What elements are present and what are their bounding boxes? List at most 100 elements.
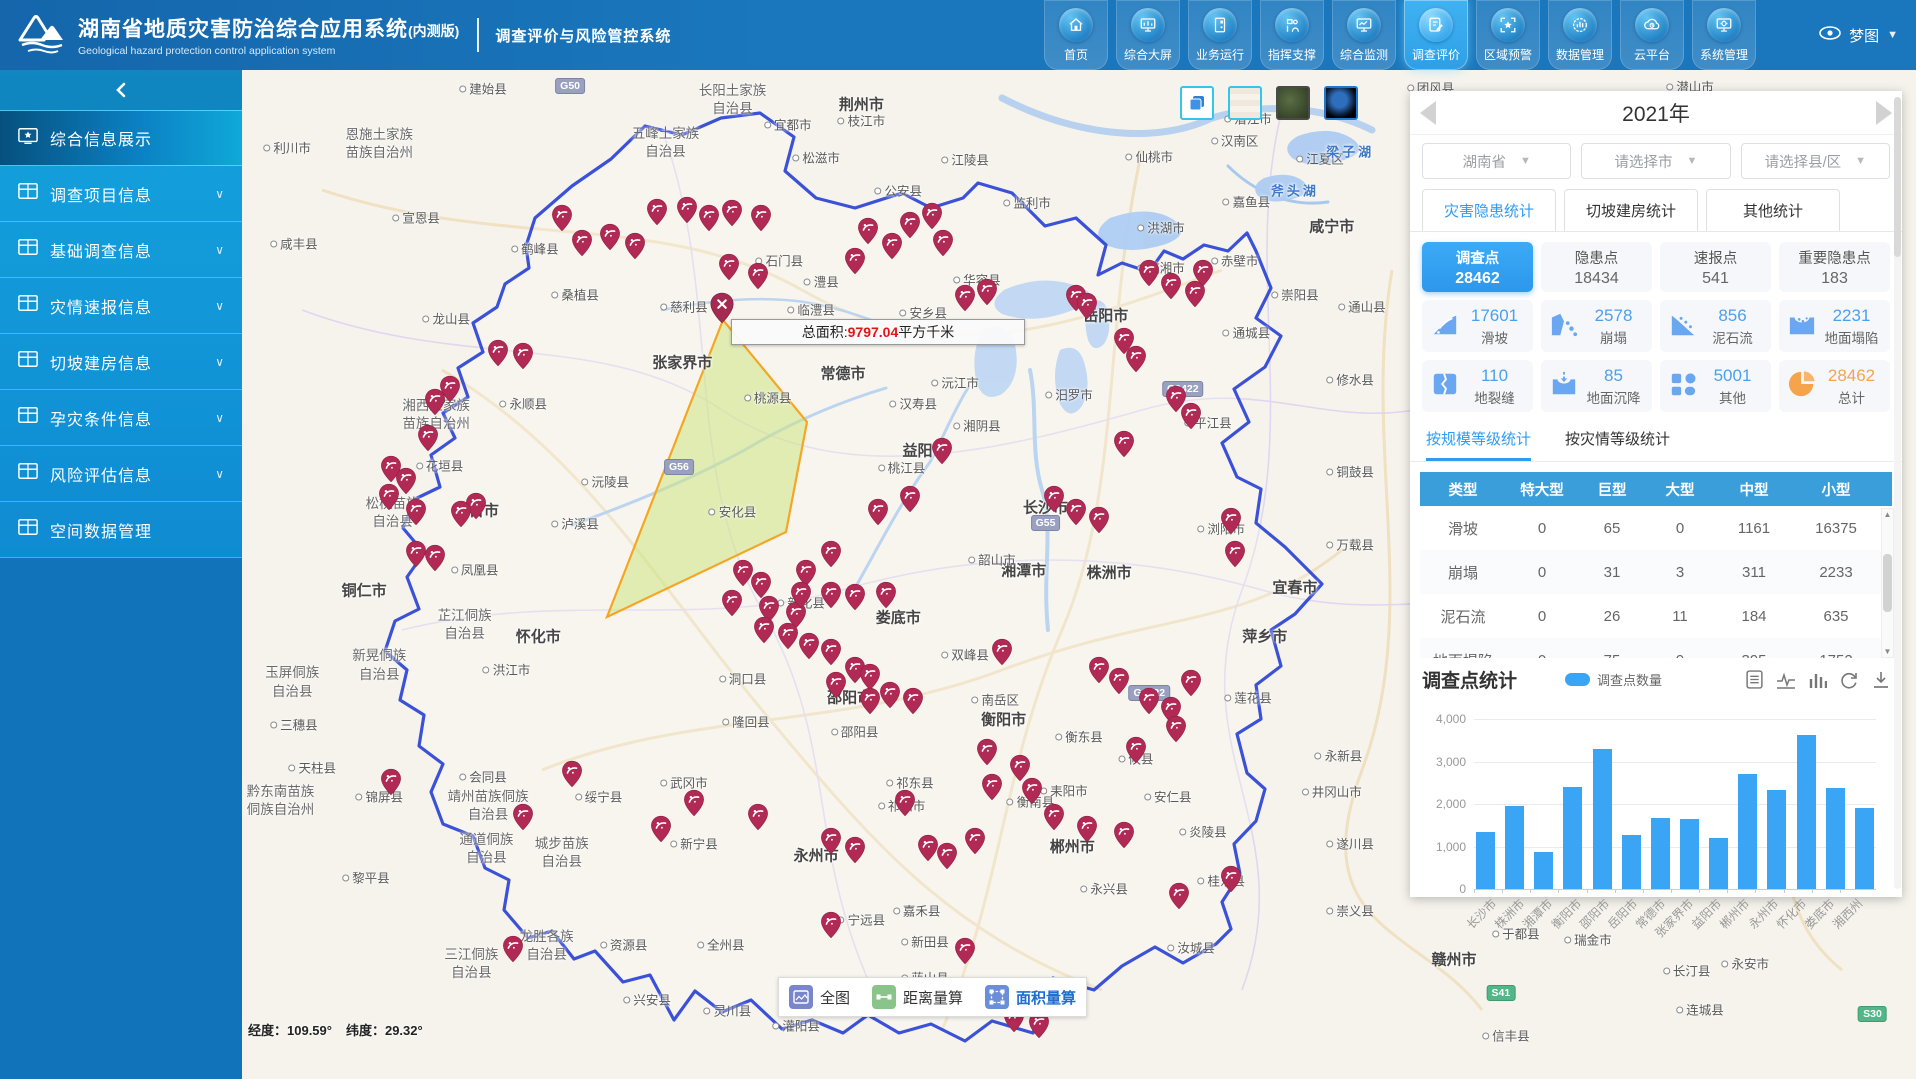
user-area[interactable]: 梦图 ▼	[1819, 0, 1898, 70]
hazard-marker[interactable]	[932, 229, 954, 257]
hazard-marker[interactable]	[991, 638, 1013, 666]
hazard-marker[interactable]	[820, 638, 842, 666]
hazard-marker[interactable]	[405, 498, 427, 526]
hazard-marker[interactable]	[571, 229, 593, 257]
hazard-marker[interactable]	[1088, 656, 1110, 684]
hazard-marker[interactable]	[825, 671, 847, 699]
hazard-marker[interactable]	[931, 437, 953, 465]
hazard-marker[interactable]	[820, 827, 842, 855]
hazard-marker[interactable]	[820, 581, 842, 609]
hazard-marker[interactable]	[683, 789, 705, 817]
hazard-marker[interactable]	[380, 768, 402, 796]
hazard-marker[interactable]	[747, 803, 769, 831]
summary-card-3[interactable]: 速报点541	[1660, 242, 1771, 292]
hazard-marker[interactable]	[718, 253, 740, 281]
nav-item-3[interactable]: 业务运行	[1188, 0, 1252, 70]
hazard-marker[interactable]	[676, 196, 698, 224]
nav-item-10[interactable]: 系统管理	[1692, 0, 1756, 70]
hazard-marker[interactable]	[1192, 259, 1214, 287]
hazard-marker[interactable]	[954, 284, 976, 312]
hazard-marker[interactable]	[646, 198, 668, 226]
hazard-marker[interactable]	[750, 204, 772, 232]
subtab-1[interactable]: 按规模等级统计	[1426, 428, 1531, 461]
sidebar-item-4[interactable]: 灾情速报信息∨	[0, 278, 242, 334]
hazard-marker[interactable]	[899, 485, 921, 513]
hazard-marker[interactable]	[1113, 430, 1135, 458]
hazard-marker[interactable]	[650, 815, 672, 843]
hazard-marker[interactable]	[1165, 715, 1187, 743]
hazard-marker[interactable]	[502, 935, 524, 963]
sidebar-item-7[interactable]: 风险评估信息∨	[0, 446, 242, 502]
type-card-4[interactable]: 2231地面塌陷	[1779, 300, 1890, 352]
tab-3[interactable]: 其他统计	[1706, 189, 1840, 231]
refresh-icon[interactable]	[1840, 671, 1859, 689]
hazard-marker[interactable]	[487, 339, 509, 367]
hazard-marker[interactable]	[1043, 803, 1065, 831]
chart-legend[interactable]: 调查点数量	[1565, 670, 1662, 689]
satellite-map-thumbnail[interactable]	[1276, 86, 1310, 120]
hazard-marker[interactable]	[1125, 345, 1147, 373]
hazard-marker[interactable]	[976, 278, 998, 306]
hazard-marker[interactable]	[1088, 506, 1110, 534]
hazard-marker[interactable]	[1065, 498, 1087, 526]
table-scrollbar[interactable]: ▲ ▼	[1881, 508, 1894, 658]
sidebar-item-1[interactable]: 综合信息展示	[0, 110, 242, 166]
type-card-7[interactable]: 5001其他	[1660, 360, 1771, 412]
tab-1[interactable]: 灾害隐患统计	[1422, 189, 1556, 231]
hazard-marker[interactable]	[721, 199, 743, 227]
hazard-marker[interactable]	[1220, 865, 1242, 893]
data-view-icon[interactable]	[1746, 670, 1763, 689]
download-icon[interactable]	[1872, 671, 1890, 689]
hazard-marker[interactable]	[1021, 777, 1043, 805]
sidebar-item-2[interactable]: 调查项目信息∨	[0, 166, 242, 222]
scroll-thumb[interactable]	[1883, 554, 1892, 612]
type-card-5[interactable]: 110地裂缝	[1422, 360, 1533, 412]
hazard-marker[interactable]	[859, 687, 881, 715]
hazard-marker[interactable]	[921, 202, 943, 230]
hazard-marker[interactable]	[879, 681, 901, 709]
hazard-marker[interactable]	[936, 842, 958, 870]
hazard-marker[interactable]	[844, 583, 866, 611]
hazard-marker[interactable]	[820, 911, 842, 939]
sidebar-item-8[interactable]: 空间数据管理	[0, 502, 242, 558]
scroll-down-icon[interactable]: ▼	[1884, 647, 1892, 656]
hazard-marker[interactable]	[875, 581, 897, 609]
sidebar-collapse-button[interactable]	[0, 70, 242, 110]
hazard-marker[interactable]	[857, 217, 879, 245]
hazard-marker[interactable]	[899, 211, 921, 239]
hazard-marker[interactable]	[439, 375, 461, 403]
hazard-marker[interactable]	[551, 204, 573, 232]
hazard-marker[interactable]	[1125, 736, 1147, 764]
hazard-marker[interactable]	[867, 498, 889, 526]
nav-item-5[interactable]: 综合监测	[1332, 0, 1396, 70]
hazard-marker[interactable]	[844, 247, 866, 275]
hazard-marker[interactable]	[976, 738, 998, 766]
hazard-marker[interactable]	[753, 616, 775, 644]
sidebar-item-5[interactable]: 切坡建房信息∨	[0, 334, 242, 390]
street-map-thumbnail[interactable]	[1228, 86, 1262, 120]
hazard-marker[interactable]	[1138, 687, 1160, 715]
hazard-marker[interactable]	[790, 581, 812, 609]
nav-item-6[interactable]: 调查评价	[1404, 0, 1468, 70]
hazard-marker[interactable]	[378, 483, 400, 511]
map-tool-full-extent-button[interactable]: 全图	[789, 985, 850, 1009]
hazard-marker[interactable]	[1138, 259, 1160, 287]
chevron-down-icon[interactable]: ▼	[1887, 29, 1898, 41]
hazard-marker[interactable]	[1160, 272, 1182, 300]
hazard-marker[interactable]	[1168, 882, 1190, 910]
hazard-marker[interactable]	[1113, 821, 1135, 849]
type-card-8[interactable]: 28462总计	[1779, 360, 1890, 412]
line-chart-icon[interactable]	[1776, 671, 1796, 689]
sidebar-item-6[interactable]: 孕灾条件信息∨	[0, 390, 242, 446]
subtab-2[interactable]: 按灾情等级统计	[1565, 428, 1670, 461]
summary-card-1[interactable]: 调查点28462	[1422, 242, 1533, 292]
panel-scrollbar[interactable]	[1894, 97, 1901, 889]
layers-button[interactable]	[1180, 86, 1214, 120]
hazard-marker[interactable]	[1220, 507, 1242, 535]
hazard-marker[interactable]	[721, 589, 743, 617]
nav-item-8[interactable]: 数据管理	[1548, 0, 1612, 70]
hazard-marker[interactable]	[1180, 669, 1202, 697]
map-tool-distance-measure-button[interactable]: 距离量算	[872, 985, 963, 1009]
next-year-button[interactable]	[1876, 101, 1892, 125]
hazard-marker[interactable]	[954, 937, 976, 965]
